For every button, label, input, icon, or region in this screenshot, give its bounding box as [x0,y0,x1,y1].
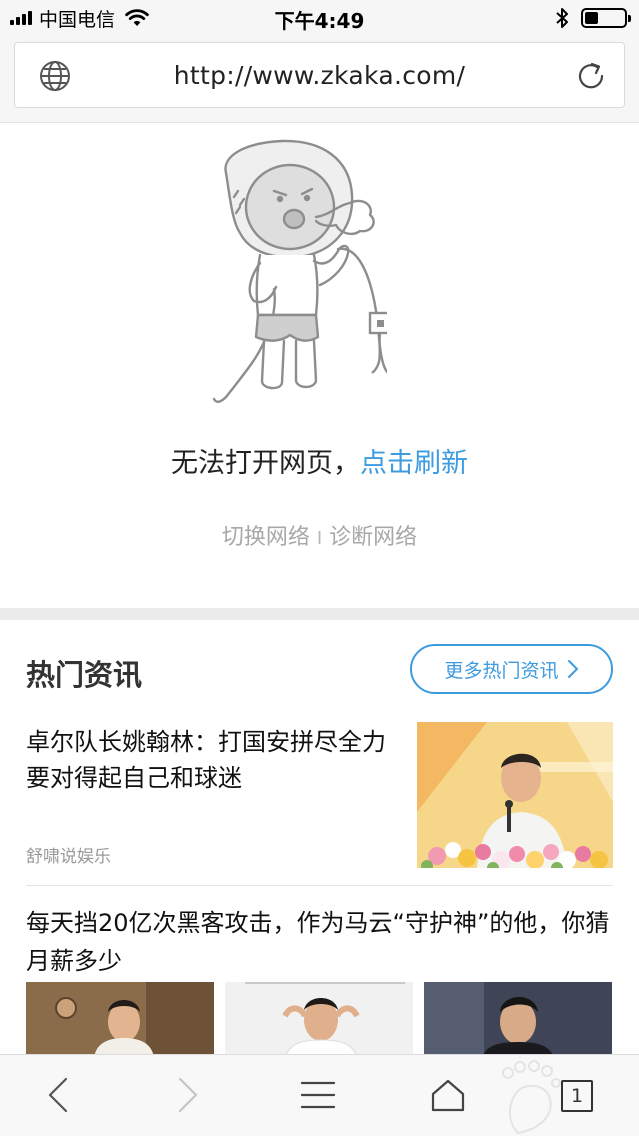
address-bar-container: http://www.zkaka.com/ [0,36,639,123]
hot-news-header: 热门资讯 更多热门资讯 [0,620,639,716]
forward-button[interactable] [166,1073,210,1117]
error-section: 无法打开网页，点击刷新 切换网络 I 诊断网络 [0,123,639,608]
bottom-toolbar: 1 [0,1054,639,1136]
tabs-button[interactable]: 1 [561,1080,593,1112]
back-icon [48,1077,68,1113]
error-message-line: 无法打开网页，点击刷新 [0,441,639,480]
address-bar[interactable]: http://www.zkaka.com/ [14,42,625,108]
home-icon [431,1079,465,1112]
menu-icon [300,1081,336,1109]
menu-button[interactable] [296,1073,340,1117]
diagnose-network-link[interactable]: 诊断网络 [329,525,417,550]
error-message: 无法打开网页， [171,448,360,479]
network-actions: 切换网络 I 诊断网络 [0,519,639,551]
more-news-button[interactable]: 更多热门资讯 [410,644,613,694]
reload-icon[interactable] [574,59,608,93]
back-button[interactable] [36,1073,80,1117]
article-title[interactable]: 卓尔队长姚翰林：打国安拼尽全力 要对得起自己和球迷 [26,724,412,796]
clock: 下午4:49 [274,9,365,33]
status-bar: 中国电信 下午4:49 [0,0,639,36]
article-thumbnail[interactable] [424,982,612,1058]
home-button[interactable] [426,1073,470,1117]
article-title[interactable]: 每天挡20亿次黑客攻击，作为马云“守护神”的他，你猜月薪多少 [26,904,616,980]
footprint-watermark-icon [502,1060,561,1135]
hot-news-title: 热门资讯 [26,658,143,692]
separator: I [316,528,323,549]
news-article[interactable]: 每天挡20亿次黑客攻击，作为马云“守护神”的他，你猜月薪多少 [0,886,639,1058]
news-article[interactable]: 卓尔队长姚翰林：打国安拼尽全力 要对得起自己和球迷 舒啸说娱乐 [0,716,639,886]
section-divider [0,608,639,620]
article-thumbnail[interactable] [417,722,613,868]
bluetooth-icon [556,8,568,28]
forward-icon [178,1077,198,1113]
unplugged-character-illustration [212,139,387,403]
chevron-right-icon [567,660,578,678]
battery-icon [581,8,631,28]
globe-icon[interactable] [39,60,71,92]
article-thumbnail[interactable] [26,982,214,1058]
article-thumbnails [26,982,613,1058]
more-news-label: 更多热门资讯 [444,659,559,682]
article-source: 舒啸说娱乐 [26,847,111,867]
url-text[interactable]: http://www.zkaka.com/ [85,61,554,90]
refresh-link[interactable]: 点击刷新 [360,448,468,479]
switch-network-link[interactable]: 切换网络 [222,525,310,550]
article-thumbnail[interactable] [225,982,413,1058]
